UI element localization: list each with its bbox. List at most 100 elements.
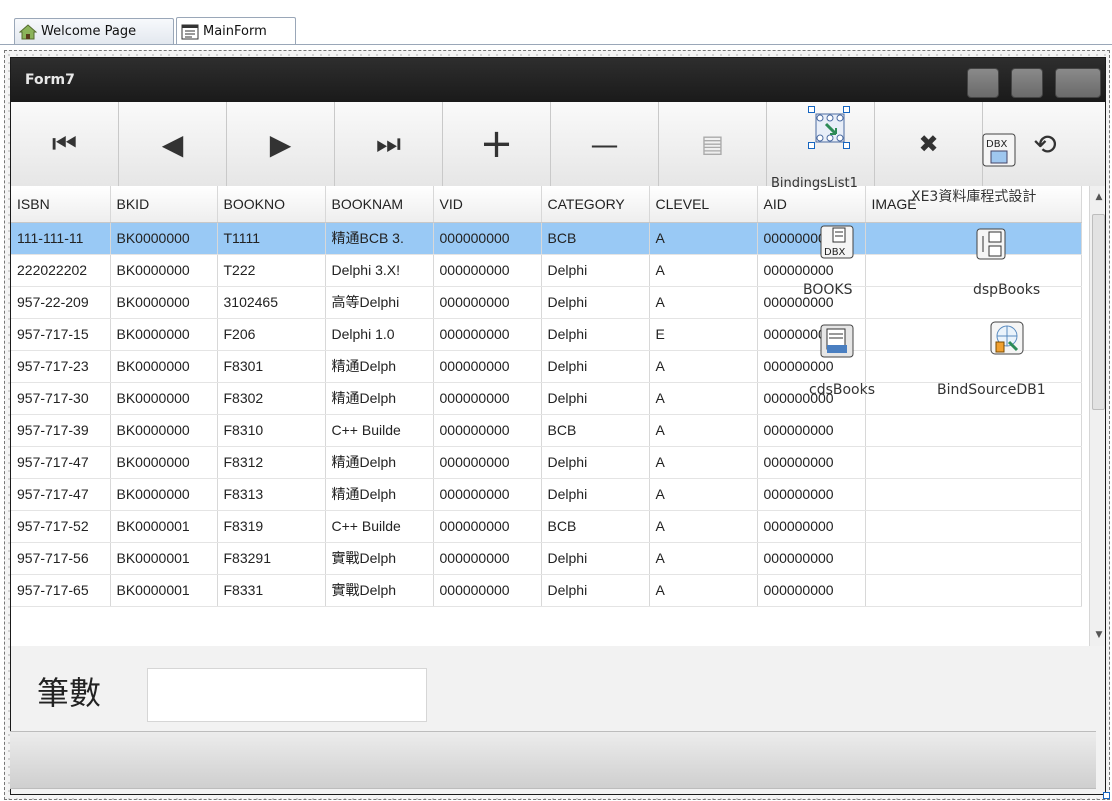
cell-isbn[interactable]: 222022202 [11,254,111,287]
cell-aid[interactable]: 000000000 [757,478,866,511]
cell-bkid[interactable]: BK0000000 [110,414,218,447]
cell-isbn[interactable]: 957-717-65 [11,574,111,607]
cell-aid[interactable]: 000000000 [757,574,866,607]
cell-vid[interactable]: 000000000 [433,286,542,319]
cell-category[interactable]: Delphi [541,254,650,287]
cell-clevel[interactable]: A [649,350,758,383]
dataset-provider-component-icon[interactable] [973,226,1007,260]
resize-handle[interactable] [843,142,850,149]
table-row[interactable]: 957-22-209 BK0000000 3102465 高等Delphi 000000… [11,286,1082,319]
nav-next-button[interactable]: ▶ [227,102,335,186]
cell-vid[interactable]: 000000000 [433,382,542,415]
cell-clevel[interactable]: A [649,254,758,287]
cell-isbn[interactable]: 111-111-11 [11,222,111,255]
cell-bookno[interactable]: F8331 [217,574,326,607]
cell-vid[interactable]: 000000000 [433,510,542,543]
table-row[interactable]: 957-717-52 BK0000001 F8319 C++ Builde 000000… [11,510,1082,543]
form-titlebar[interactable]: Form7 [11,58,1105,102]
close-button[interactable] [1055,68,1101,98]
cell-aid[interactable]: 000000000 [757,542,866,575]
cell-bkid[interactable]: BK0000001 [110,510,218,543]
cell-bookname[interactable]: 實戰Delph [325,574,434,607]
cell-bookname[interactable]: 精通Delph [325,350,434,383]
cell-clevel[interactable]: A [649,382,758,415]
table-row[interactable]: 957-717-47 BK0000000 F8313 精通Delph 000000000… [11,478,1082,511]
table-row[interactable]: 222022202 BK0000000 T222 Delphi 3.X! 0000000… [11,254,1082,287]
cell-clevel[interactable]: A [649,414,758,447]
form-window[interactable]: Form7 ⏮ ◀ ▶ ⏭ + — ▤ ✖ ⟲ ISBN BKID BOOKNO [10,57,1106,795]
cell-aid[interactable]: 000000000 [757,446,866,479]
sql-dataset-component-icon[interactable]: DBX [819,224,854,259]
resize-handle[interactable] [808,106,815,113]
books-grid[interactable]: ISBN BKID BOOKNO BOOKNAM VID CATEGORY CL… [11,186,1089,646]
cell-vid[interactable]: 000000000 [433,222,542,255]
client-dataset-component-icon[interactable] [819,323,854,358]
cell-vid[interactable]: 000000000 [433,478,542,511]
resize-handle[interactable] [808,142,815,149]
nav-delete-button[interactable]: — [551,102,659,186]
cell-isbn[interactable]: 957-717-52 [11,510,111,543]
cell-image[interactable] [865,414,1082,447]
cell-image[interactable] [865,478,1082,511]
cell-bookname[interactable]: 精通Delph [325,478,434,511]
scroll-down-icon[interactable]: ▼ [1093,630,1105,640]
cell-category[interactable]: Delphi [541,478,650,511]
cell-vid[interactable]: 000000000 [433,414,542,447]
cell-isbn[interactable]: 957-717-39 [11,414,111,447]
cell-bookno[interactable]: F8310 [217,414,326,447]
cell-clevel[interactable]: A [649,574,758,607]
cell-bookname[interactable]: Delphi 3.X! [325,254,434,287]
cell-bookname[interactable]: 精通Delph [325,382,434,415]
cell-vid[interactable]: 000000000 [433,318,542,351]
bindings-list-component-icon[interactable] [812,110,846,144]
cell-bkid[interactable]: BK0000000 [110,222,218,255]
cell-aid[interactable]: 000000000 [757,414,866,447]
cell-category[interactable]: Delphi [541,350,650,383]
table-row[interactable]: 111-111-11 BK0000000 T1111 精通BCB 3. 00000000… [11,222,1082,255]
cell-bkid[interactable]: BK0000000 [110,446,218,479]
cell-category[interactable]: BCB [541,222,650,255]
cell-isbn[interactable]: 957-717-15 [11,318,111,351]
minimize-button[interactable] [967,68,999,98]
cell-bookno[interactable]: F8312 [217,446,326,479]
cell-clevel[interactable]: E [649,318,758,351]
cell-vid[interactable]: 000000000 [433,254,542,287]
cell-category[interactable]: Delphi [541,446,650,479]
cell-category[interactable]: Delphi [541,318,650,351]
maximize-button[interactable] [1011,68,1043,98]
cell-vid[interactable]: 000000000 [433,574,542,607]
cell-bookname[interactable]: Delphi 1.0 [325,318,434,351]
cell-bkid[interactable]: BK0000000 [110,478,218,511]
nav-edit-button[interactable]: ▤ [659,102,767,186]
col-header-isbn[interactable]: ISBN [11,186,111,223]
scroll-up-icon[interactable]: ▲ [1093,192,1105,202]
form-resize-handle[interactable] [1103,792,1110,799]
cell-bookno[interactable]: 3102465 [217,286,326,319]
tab-welcome-page[interactable]: Welcome Page [14,18,174,44]
cell-bookno[interactable]: F8301 [217,350,326,383]
resize-handle[interactable] [843,106,850,113]
col-header-vid[interactable]: VID [433,186,542,223]
cell-clevel[interactable]: A [649,478,758,511]
cell-bookno[interactable]: T1111 [217,222,326,255]
cell-image[interactable] [865,574,1082,607]
sql-connection-component-icon[interactable]: DBX [981,132,1016,167]
scroll-thumb[interactable] [1092,214,1105,410]
cell-bookno[interactable]: F206 [217,318,326,351]
cell-bookno[interactable]: F8313 [217,478,326,511]
table-row[interactable]: 957-717-23 BK0000000 F8301 精通Delph 000000000… [11,350,1082,383]
cell-bkid[interactable]: BK0000000 [110,350,218,383]
record-count-field[interactable] [147,668,427,722]
cell-category[interactable]: Delphi [541,542,650,575]
table-row[interactable]: 957-717-39 BK0000000 F8310 C++ Builde 000000… [11,414,1082,447]
cell-bookno[interactable]: F8302 [217,382,326,415]
cell-isbn[interactable]: 957-717-30 [11,382,111,415]
col-header-aid[interactable]: AID [757,186,866,223]
cell-clevel[interactable]: A [649,286,758,319]
grid-vertical-scrollbar[interactable]: ▲ ▼ [1089,186,1105,646]
bind-source-component-icon[interactable] [989,320,1024,355]
cell-image[interactable] [865,510,1082,543]
cell-category[interactable]: Delphi [541,286,650,319]
cell-image[interactable] [865,542,1082,575]
cell-bkid[interactable]: BK0000000 [110,286,218,319]
